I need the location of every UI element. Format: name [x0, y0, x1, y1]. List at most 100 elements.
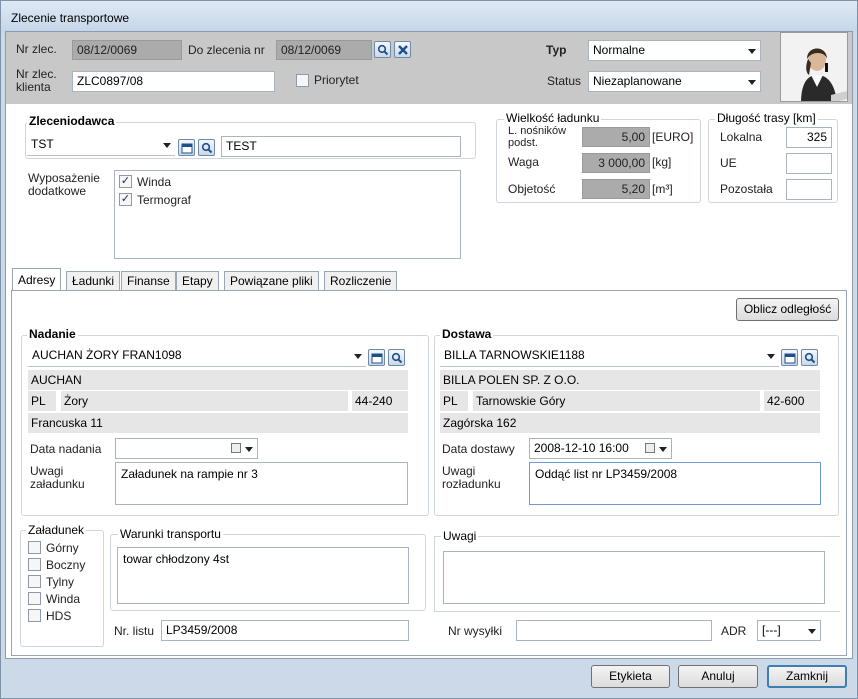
nadanie-search-button[interactable] — [388, 349, 405, 366]
waga-field: 3 000,00 — [582, 153, 650, 173]
wyposazenie-label: Wyposażenie dodatkowe — [28, 171, 100, 198]
objetosc-label: Objetość — [508, 182, 556, 196]
zaladunek-item-label: HDS — [46, 609, 72, 623]
nosnikow-label: L. nośników podst. — [508, 125, 567, 149]
do-zlecenia-label: Do zlecenia nr — [188, 43, 265, 57]
uwagi-rozladunku-label: Uwagi rozładunku — [442, 464, 501, 491]
dialog-client-area: Nr zlec. 08/12/0069 Do zlecenia nr 08/12… — [5, 31, 853, 659]
tab-rozliczenie[interactable]: Rozliczenie — [324, 271, 398, 291]
magnifier-icon — [804, 352, 815, 363]
hds-checkbox[interactable] — [28, 609, 41, 622]
uwagi-zaladunku-label: Uwagi załadunku — [30, 464, 85, 491]
dialog-window: Zlecenie transportowe Nr zlec. 08/12/006… — [0, 0, 858, 699]
boczny-checkbox[interactable] — [28, 558, 41, 571]
etykieta-button[interactable]: Etykieta — [591, 665, 670, 688]
nr-wysylki-input[interactable] — [516, 620, 712, 641]
zleceniodawca-select[interactable]: TST — [27, 135, 175, 156]
status-label: Status — [547, 74, 582, 88]
nr-wysylki-label: Nr wysyłki — [448, 624, 502, 638]
zamknij-button[interactable]: Zamknij — [767, 665, 847, 688]
nadanie-select[interactable]: AUCHAN ŻORY FRAN1098 — [28, 346, 366, 367]
typ-select[interactable]: Normalne — [588, 40, 761, 61]
warunki-title: Warunki transportu — [118, 527, 223, 541]
dostawa-list-button[interactable] — [781, 349, 798, 366]
nr-zlec-klienta-input[interactable]: ZLC0897/08 — [72, 71, 275, 92]
tab-powiazane-pliki[interactable]: Powiązane pliki — [224, 271, 319, 291]
priorytet-checkbox[interactable] — [296, 74, 309, 87]
data-nadania-input[interactable] — [115, 438, 258, 459]
status-value: Niezaplanowane — [593, 74, 682, 88]
warunki-input[interactable]: towar chłodzony 4st — [117, 547, 409, 604]
tab-label: Adresy — [18, 273, 56, 287]
zaladunek-item-label: Boczny — [46, 558, 86, 572]
user-avatar — [780, 32, 848, 102]
chevron-down-icon — [748, 49, 756, 54]
chevron-down-icon — [808, 629, 816, 634]
zaladunek-title: Załadunek — [26, 523, 87, 537]
tab-adresy[interactable]: Adresy — [12, 268, 62, 292]
zleceniodawca-code: TST — [31, 137, 54, 151]
magnifier-icon — [377, 44, 388, 55]
winda-checkbox[interactable]: ✓ — [119, 175, 132, 188]
gorny-checkbox[interactable] — [28, 541, 41, 554]
zaladunek-item-label: Górny — [46, 541, 79, 555]
waga-label: Waga — [508, 155, 539, 169]
magnifier-icon — [391, 352, 402, 363]
chevron-down-icon[interactable] — [245, 447, 253, 452]
tab-finanse[interactable]: Finanse — [121, 271, 176, 291]
zleceniodawca-list-button[interactable] — [178, 139, 195, 156]
zleceniodawca-name-input[interactable]: TEST — [221, 136, 461, 157]
dostawa-street: Zagórska 162 — [440, 413, 820, 433]
search-order-button[interactable] — [374, 41, 391, 58]
uwagi-title: Uwagi — [441, 529, 479, 543]
nr-zlec-label: Nr zlec. — [16, 42, 57, 56]
ue-input[interactable] — [786, 153, 832, 174]
tab-etapy[interactable]: Etapy — [176, 271, 219, 291]
chevron-down-icon — [163, 143, 171, 148]
tylny-checkbox[interactable] — [28, 575, 41, 588]
uwagi-zaladunku-input[interactable]: Załadunek na rampie nr 3 — [115, 462, 408, 505]
tab-label: Ładunki — [72, 274, 115, 288]
calendar-icon[interactable] — [645, 443, 655, 453]
uwagi-rozladunku-input[interactable]: Oddąć list nr LP3459/2008 — [529, 462, 821, 505]
dostawa-select[interactable]: BILLA TARNOWSKIE1188 — [440, 346, 779, 367]
zleceniodawca-search-button[interactable] — [198, 139, 215, 156]
dostawa-country: PL — [440, 391, 468, 411]
clear-order-button[interactable] — [394, 41, 411, 58]
tab-ladunki[interactable]: Ładunki — [66, 271, 121, 291]
nadanie-title: Nadanie — [27, 327, 78, 341]
nadanie-list-button[interactable] — [368, 349, 385, 366]
data-dostawy-input[interactable]: 2008-12-10 16:00 — [529, 438, 672, 459]
lokalna-input[interactable]: 325 — [786, 127, 832, 148]
dostawa-search-button[interactable] — [801, 349, 818, 366]
termograf-checkbox[interactable]: ✓ — [119, 193, 132, 206]
dostawa-city: Tarnowskie Góry — [473, 391, 760, 411]
chevron-down-icon[interactable] — [659, 447, 667, 452]
ue-label: UE — [720, 156, 737, 170]
pozostala-input[interactable] — [786, 179, 832, 200]
anuluj-button[interactable]: Anuluj — [678, 665, 758, 688]
objetosc-unit: [m³] — [652, 182, 673, 196]
nr-listu-label: Nr. listu — [114, 624, 155, 638]
zaladunek-item-label: Winda — [46, 592, 81, 606]
winda-zal-checkbox[interactable] — [28, 592, 41, 605]
adr-select[interactable]: [---] — [757, 620, 821, 641]
typ-value: Normalne — [593, 43, 646, 57]
do-zlecenia-field: 08/12/0069 — [276, 40, 372, 60]
dostawa-company: BILLA POLEN SP. Z O.O. — [440, 370, 820, 390]
nadanie-city: Żory — [61, 391, 348, 411]
oblicz-odleglosc-button[interactable]: Oblicz odległość — [736, 298, 839, 321]
typ-label: Typ — [546, 43, 567, 57]
nr-listu-input[interactable]: LP3459/2008 — [161, 620, 409, 641]
uwagi-input[interactable] — [443, 551, 825, 604]
status-select[interactable]: Niezaplanowane — [588, 71, 761, 92]
calendar-icon[interactable] — [231, 443, 241, 453]
title-bar[interactable]: Zlecenie transportowe — [1, 1, 857, 33]
wyposazenie-item-label: Termograf — [137, 193, 192, 207]
dostawa-select-value: BILLA TARNOWSKIE1188 — [444, 348, 585, 362]
window-title: Zlecenie transportowe — [11, 11, 130, 25]
zleceniodawca-title: Zleceniodawca — [27, 114, 117, 128]
data-nadania-label: Data nadania — [30, 442, 102, 456]
nadanie-country: PL — [28, 391, 56, 411]
dostawa-postal: 42-600 — [764, 391, 820, 411]
